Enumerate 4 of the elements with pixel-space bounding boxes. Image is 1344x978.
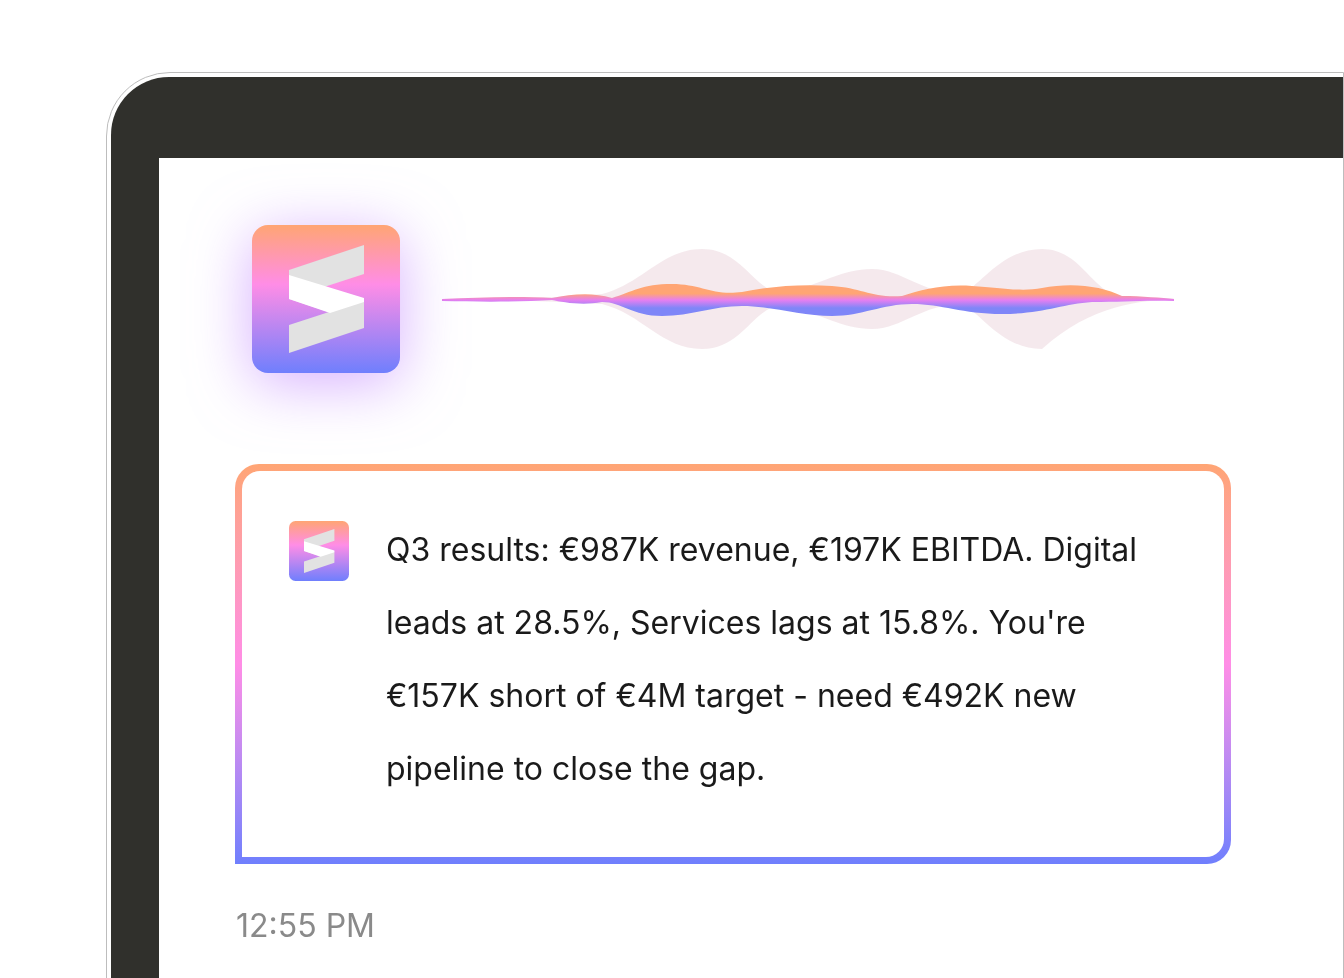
message-text: Q3 results: €987K revenue, €197K EBITDA. Digital leads at 28.5%, Services lags at 15.8%. You're €157K short of €4M target - need €492K new pipeline to close the gap. [386,529,1138,790]
app-logo-icon [252,225,400,373]
app-logo-icon [289,521,349,581]
timestamp: 12:55 PM [236,905,376,947]
